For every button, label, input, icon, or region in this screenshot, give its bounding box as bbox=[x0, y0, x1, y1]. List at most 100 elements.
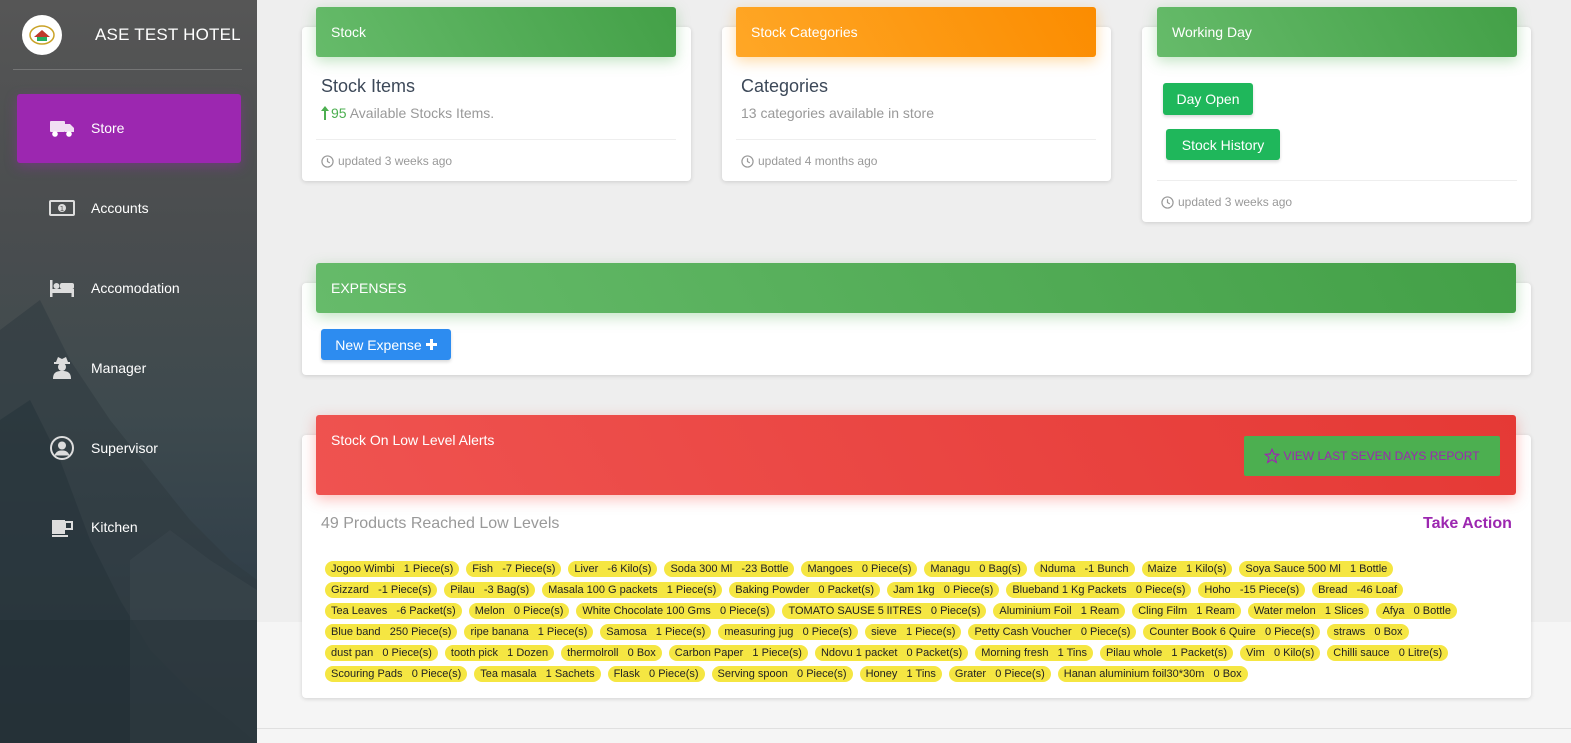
day-open-button[interactable]: Day Open bbox=[1163, 83, 1253, 115]
bed-icon bbox=[50, 280, 74, 297]
low-stock-tag: Bread -46 Loaf bbox=[1312, 582, 1404, 598]
stock-card-header: Stock bbox=[316, 7, 676, 57]
low-stock-tag: Aluminium Foil 1 Ream bbox=[993, 603, 1126, 619]
user-circle-icon bbox=[50, 436, 74, 460]
low-stock-tag: Jam 1kg 0 Piece(s) bbox=[887, 582, 1000, 598]
sidebar-item-store[interactable]: Store bbox=[17, 94, 241, 163]
low-stock-tag: Morning fresh 1 Tins bbox=[975, 645, 1093, 661]
categories-card-header: Stock Categories bbox=[736, 7, 1096, 57]
stock-count-line: 95 Available Stocks Items. bbox=[321, 105, 494, 121]
low-stock-tag: Cling Film 1 Ream bbox=[1132, 603, 1241, 619]
low-stock-tag: Masala 100 G packets 1 Piece(s) bbox=[542, 582, 723, 598]
sidebar-item-label: Manager bbox=[91, 360, 147, 376]
low-stock-tag: Hoho -15 Piece(s) bbox=[1198, 582, 1306, 598]
low-stock-tag: Liver -6 Kilo(s) bbox=[568, 561, 658, 577]
categories-card-footer: updated 4 months ago bbox=[741, 154, 877, 168]
low-stock-tag: thermolroll 0 Box bbox=[561, 645, 662, 661]
plus-icon bbox=[425, 339, 437, 350]
low-stock-tag: tooth pick 1 Dozen bbox=[444, 645, 555, 661]
user-secret-icon bbox=[53, 357, 71, 379]
brand: ASE TEST HOTEL bbox=[0, 0, 257, 70]
low-stock-title: Stock On Low Level Alerts bbox=[331, 432, 495, 448]
updated-text: updated 3 weeks ago bbox=[338, 154, 453, 168]
low-stock-tag: Blue band 250 Piece(s) bbox=[325, 624, 458, 640]
view-report-button[interactable]: VIEW LAST SEVEN DAYS REPORT bbox=[1244, 436, 1500, 476]
sidebar: ASE TEST HOTEL Store 1 Accounts Accomoda… bbox=[0, 0, 257, 743]
low-stock-tag: Honey 1 Tins bbox=[859, 666, 942, 682]
low-stock-tag: sieve 1 Piece(s) bbox=[865, 624, 962, 640]
working-day-card-footer: updated 3 weeks ago bbox=[1161, 195, 1292, 209]
low-stock-tag: Hanan aluminium foil30*30m 0 Box bbox=[1057, 666, 1248, 682]
view-report-label: VIEW LAST SEVEN DAYS REPORT bbox=[1283, 449, 1480, 463]
low-stock-tag: Samosa 1 Piece(s) bbox=[600, 624, 712, 640]
low-stock-tag: Afya 0 Bottle bbox=[1376, 603, 1457, 619]
low-stock-tag: Baking Powder 0 Packet(s) bbox=[729, 582, 881, 598]
sidebar-item-label: Store bbox=[91, 120, 125, 136]
low-stock-tag: Vim 0 Kilo(s) bbox=[1240, 645, 1321, 661]
low-stock-tag: Tea Leaves -6 Packet(s) bbox=[325, 603, 462, 619]
divider bbox=[736, 139, 1096, 140]
truck-icon bbox=[50, 121, 74, 137]
expenses-card-header: EXPENSES bbox=[316, 263, 1516, 313]
sidebar-item-supervisor[interactable]: Supervisor bbox=[17, 414, 241, 483]
low-stock-tag: Petty Cash Voucher 0 Piece(s) bbox=[968, 624, 1137, 640]
svg-text:1: 1 bbox=[60, 205, 64, 213]
sidebar-item-kitchen[interactable]: Kitchen bbox=[17, 493, 241, 562]
sidebar-item-accomodation[interactable]: Accomodation bbox=[17, 254, 241, 323]
low-stock-tag: Soya Sauce 500 Ml 1 Bottle bbox=[1239, 561, 1394, 577]
updated-text: updated 3 weeks ago bbox=[1178, 195, 1293, 209]
star-icon bbox=[1264, 448, 1281, 464]
clock-icon bbox=[741, 154, 754, 168]
money-icon: 1 bbox=[49, 200, 75, 216]
clock-icon bbox=[321, 154, 334, 168]
new-expense-button[interactable]: New Expense bbox=[321, 329, 451, 360]
low-stock-tag: TOMATO SAUSE 5 lITRES 0 Piece(s) bbox=[782, 603, 987, 619]
stock-card-title: Stock Items bbox=[321, 76, 416, 96]
low-stock-tag: Chilli sauce 0 Litre(s) bbox=[1327, 645, 1449, 661]
low-stock-tag: Scouring Pads 0 Piece(s) bbox=[325, 666, 468, 682]
stock-history-button[interactable]: Stock History bbox=[1166, 129, 1280, 160]
low-level-count-text: 49 Products Reached Low Levels bbox=[321, 515, 560, 532]
stock-card-footer: updated 3 weeks ago bbox=[321, 154, 452, 168]
low-stock-tag: Counter Book 6 Quire 0 Piece(s) bbox=[1143, 624, 1321, 640]
low-stock-tag: measuring jug 0 Piece(s) bbox=[718, 624, 859, 640]
low-stock-tag: Carbon Paper 1 Piece(s) bbox=[668, 645, 808, 661]
low-stock-tag: Ndovu 1 packet 0 Packet(s) bbox=[814, 645, 969, 661]
low-stock-tag: White Chocolate 100 Gms 0 Piece(s) bbox=[576, 603, 776, 619]
sidebar-item-accounts[interactable]: 1 Accounts bbox=[17, 174, 241, 243]
new-expense-label: New Expense bbox=[335, 336, 422, 353]
low-stock-tag: Melon 0 Piece(s) bbox=[468, 603, 570, 619]
categories-count-text: 13 categories available in store bbox=[741, 105, 935, 121]
low-stock-tag: Tea masala 1 Sachets bbox=[474, 666, 601, 682]
low-stock-tag: Flask 0 Piece(s) bbox=[607, 666, 705, 682]
low-stock-tag: Jogoo Wimbi 1 Piece(s) bbox=[325, 561, 460, 577]
brand-title[interactable]: ASE TEST HOTEL bbox=[95, 25, 241, 45]
low-stock-tag: Gizzard -1 Piece(s) bbox=[325, 582, 438, 598]
coffee-icon bbox=[52, 520, 73, 537]
divider bbox=[1157, 180, 1517, 181]
stock-count-text: Available Stocks Items. bbox=[346, 105, 495, 121]
hotel-logo[interactable] bbox=[22, 15, 62, 55]
low-stock-tag: Fish -7 Piece(s) bbox=[466, 561, 562, 577]
low-stock-tag: Grater 0 Piece(s) bbox=[948, 666, 1051, 682]
working-day-card-header: Working Day bbox=[1157, 7, 1517, 57]
low-stock-tag: Blueband 1 Kg Packets 0 Piece(s) bbox=[1006, 582, 1192, 598]
sidebar-item-label: Supervisor bbox=[91, 440, 158, 456]
low-stock-tag: dust pan 0 Piece(s) bbox=[325, 645, 438, 661]
footer-divider bbox=[257, 728, 1571, 729]
arrow-up-icon bbox=[321, 106, 329, 120]
low-stock-tag: Managu 0 Bag(s) bbox=[924, 561, 1027, 577]
sidebar-item-manager[interactable]: Manager bbox=[17, 334, 241, 403]
divider bbox=[13, 69, 242, 70]
low-stock-tag: Pilau whole 1 Packet(s) bbox=[1099, 645, 1234, 661]
sidebar-item-label: Accounts bbox=[91, 200, 149, 216]
sidebar-item-label: Kitchen bbox=[91, 519, 138, 535]
low-stock-tag: Serving spoon 0 Piece(s) bbox=[711, 666, 853, 682]
low-stock-tag: Maize 1 Kilo(s) bbox=[1141, 561, 1233, 577]
take-action-link[interactable]: Take Action bbox=[1423, 515, 1512, 533]
stock-count: 95 bbox=[331, 105, 347, 121]
categories-card-title: Categories bbox=[741, 76, 829, 96]
low-stock-tag: Pilau -3 Bag(s) bbox=[444, 582, 536, 598]
sidebar-item-label: Accomodation bbox=[91, 280, 180, 296]
updated-text: updated 4 months ago bbox=[758, 154, 878, 168]
